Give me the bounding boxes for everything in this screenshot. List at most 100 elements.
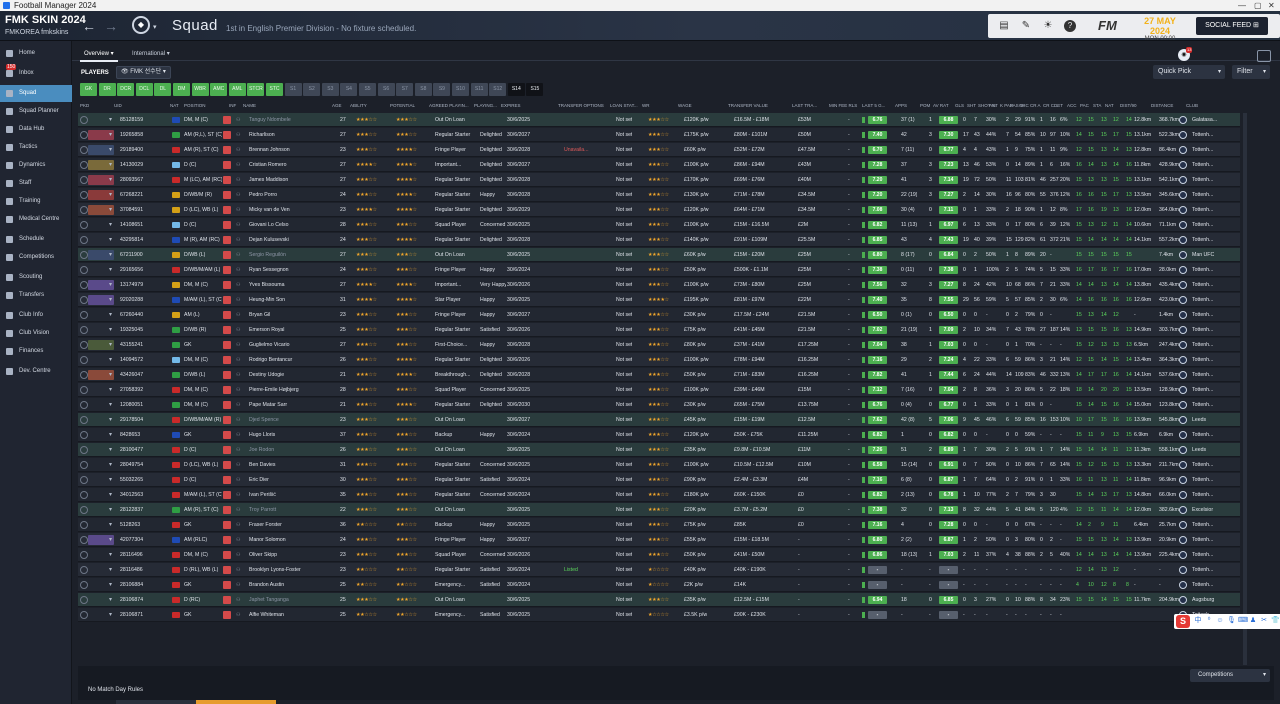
table-row[interactable]: ▾ 55032265 D (C) ⚇ Eric Dier 30 ★★★☆☆ ★★★☆☆ Regu… (78, 473, 1240, 487)
row-expand-icon[interactable]: ▾ (109, 338, 112, 352)
row-expand-icon[interactable]: ▾ (109, 503, 112, 517)
pick-checkbox[interactable] (80, 431, 88, 439)
column-header[interactable]: AGREED PLAYIN... (429, 103, 469, 108)
column-header[interactable]: POSITION (184, 103, 206, 108)
table-row[interactable]: ▾ 37084591 D (LC), WB (L) ⚇ Micky van de Ven… (78, 203, 1240, 217)
sidebar-item-medical-centre[interactable]: Medical Centre (0, 211, 72, 228)
position-filter-s4[interactable]: S4 (340, 83, 358, 96)
table-row[interactable]: ▾ 28116496 DM, M (C) ⚇ Oliver Skipp 23 ★★★☆☆ ★★… (78, 548, 1240, 562)
table-row[interactable]: ▾ 19325045 D/WB (R) ⚇ Emerson Royal 25 ★★★☆☆ ★★… (78, 323, 1240, 337)
sidebar-item-squad[interactable]: Squad (0, 85, 72, 102)
forward-arrow-icon[interactable]: → (104, 18, 118, 34)
pick-checkbox[interactable] (80, 266, 88, 274)
table-row[interactable]: ▾ 67260440 AM (L) ⚇ Bryan Gil 23 ★★★☆☆ ★★★☆☆ Fri… (78, 308, 1240, 322)
pick-checkbox[interactable] (80, 491, 88, 499)
fullscreen-icon[interactable] (1257, 50, 1271, 62)
position-filter-dcr[interactable]: DCR (117, 83, 135, 96)
column-header[interactable]: POTENTIAL (390, 103, 415, 108)
row-expand-icon[interactable]: ▾ (109, 203, 112, 217)
table-row[interactable]: ▾ 28122837 AM (R), ST (C) ⚇ Troy Parrott 22 ★★… (78, 503, 1240, 517)
row-expand-icon[interactable]: ▾ (109, 548, 112, 562)
position-filter-s3[interactable]: S3 (321, 83, 339, 96)
vertical-scrollbar[interactable] (1243, 113, 1247, 665)
tab-international[interactable]: International ▾ (128, 47, 174, 60)
row-expand-icon[interactable]: ▾ (109, 383, 112, 397)
column-header[interactable]: NAT (170, 103, 179, 108)
row-expand-icon[interactable]: ▾ (109, 323, 112, 337)
table-row[interactable]: ▾ 43155241 GK ⚇ Guglielmo Vicario 27 ★★★☆☆ ★★★☆… (78, 338, 1240, 352)
position-filter-dr[interactable]: DR (98, 83, 116, 96)
table-row[interactable]: ▾ 34012563 M/AM (L), ST (C) ⚇ Ivan Perišić 35… (78, 488, 1240, 502)
position-filter-s2[interactable]: S2 (303, 83, 321, 96)
position-filter-stc[interactable]: STC (266, 83, 283, 96)
row-expand-icon[interactable]: ▾ (109, 413, 112, 427)
position-filter-s1[interactable]: S1 (284, 83, 302, 96)
pick-checkbox[interactable] (80, 401, 88, 409)
column-header[interactable]: WR (642, 103, 650, 108)
position-filter-s8[interactable]: S8 (414, 83, 432, 96)
ime-logo-icon[interactable]: S (1176, 615, 1190, 628)
column-header[interactable]: DET (1054, 103, 1063, 108)
table-row[interactable]: ▾ 92020288 M/AM (L), ST (C) ⚇ Heung-Min Son 3… (78, 293, 1240, 307)
position-filter-s5[interactable]: S5 (359, 83, 376, 96)
sidebar-item-dev-centre[interactable]: Dev. Centre (0, 363, 72, 380)
column-header[interactable]: LAST TRA... (792, 103, 817, 108)
column-header[interactable]: STA (1093, 103, 1101, 108)
pick-checkbox[interactable] (80, 221, 88, 229)
row-expand-icon[interactable]: ▾ (109, 593, 112, 607)
table-row[interactable]: ▾ 14094572 DM, M (C) ⚇ Rodrigo Bentancur 26 ★★… (78, 353, 1240, 367)
position-filter-gk[interactable]: GK (80, 83, 97, 96)
ime-keyboard-icon[interactable]: ⌨ (1238, 617, 1248, 625)
row-expand-icon[interactable]: ▾ (109, 428, 112, 442)
table-row[interactable]: ▾ 43295814 M (R), AM (RC) ⚇ Dejan Kulusevski… (78, 233, 1240, 247)
sidebar-item-club-info[interactable]: Club Info (0, 307, 72, 324)
pick-checkbox[interactable] (80, 386, 88, 394)
column-header[interactable]: SHT (967, 103, 976, 108)
pick-checkbox[interactable] (80, 176, 88, 184)
sidebar-item-dynamics[interactable]: Dynamics (0, 157, 72, 174)
row-expand-icon[interactable]: ▾ (109, 368, 112, 382)
row-expand-icon[interactable]: ▾ (109, 248, 112, 262)
table-row[interactable]: ▾ 29189400 AM (R), ST (C) ⚇ Brennan Johnson 2… (78, 143, 1240, 157)
pick-checkbox[interactable] (80, 341, 88, 349)
column-header[interactable]: APPS (895, 103, 907, 108)
pick-checkbox[interactable] (80, 356, 88, 364)
hint-icon[interactable]: ☀ (1042, 20, 1054, 32)
sidebar-item-inbox[interactable]: 150 Inbox (0, 64, 72, 82)
column-header[interactable]: ACC (1067, 103, 1077, 108)
position-filter-dcl[interactable]: DCL (135, 83, 153, 96)
column-header[interactable]: LAST 5 G... (862, 103, 885, 108)
column-header[interactable]: CRC (1019, 103, 1029, 108)
pick-checkbox[interactable] (80, 131, 88, 139)
row-expand-icon[interactable]: ▾ (109, 233, 112, 247)
position-filter-s14[interactable]: S14 (507, 83, 525, 96)
row-expand-icon[interactable]: ▾ (109, 458, 112, 472)
table-row[interactable]: ▾ 28093567 M (LC), AM (RC) ⚇ James Maddison 2… (78, 173, 1240, 187)
club-badge-icon[interactable]: ◆ (132, 16, 150, 34)
position-filter-s15[interactable]: S15 (526, 83, 544, 96)
column-header[interactable]: AST (989, 103, 998, 108)
table-row[interactable]: ▾ 12080051 DM, M (C) ⚇ Pape Matar Sarr 21 ★★★☆… (78, 398, 1240, 412)
column-header[interactable]: PKD (80, 103, 89, 108)
pick-checkbox[interactable] (80, 116, 88, 124)
date-display[interactable]: 27 MAY 2024 MON 00:00 (1134, 16, 1186, 42)
edit-icon[interactable]: ✎ (1020, 20, 1032, 32)
sidebar-item-schedule[interactable]: Schedule (0, 231, 72, 248)
table-row[interactable]: ▾ 14108651 D (C) ⚇ Giovani Lo Celso 28 ★★★☆☆ ★★… (78, 218, 1240, 232)
competitions-button[interactable]: Competitions ▾ (1190, 669, 1270, 682)
quick-pick-button[interactable]: Quick Pick ▾ (1153, 65, 1225, 79)
column-header[interactable]: CR A (1030, 103, 1041, 108)
sidebar-item-data-hub[interactable]: Data Hub (0, 121, 72, 138)
ime-punct-icon[interactable]: ⁰ (1205, 617, 1213, 625)
position-filter-s11[interactable]: S11 (470, 83, 488, 96)
pick-checkbox[interactable] (80, 416, 88, 424)
pick-checkbox[interactable] (80, 281, 88, 289)
pick-checkbox[interactable] (80, 506, 88, 514)
table-row[interactable]: ▾ 29165656 D/WB/M/AM (L) ⚇ Ryan Sessegnon 24 ★… (78, 263, 1240, 277)
social-feed-button[interactable]: SOCIAL FEED ⊞ (1196, 17, 1268, 35)
position-filter-amc[interactable]: AMC (210, 83, 228, 96)
close-icon[interactable]: ✕ (1268, 0, 1275, 11)
sidebar-item-finances[interactable]: Finances (0, 343, 72, 360)
column-header[interactable]: DIST/90 (1120, 103, 1137, 108)
position-filter-dm[interactable]: DM (173, 83, 190, 96)
